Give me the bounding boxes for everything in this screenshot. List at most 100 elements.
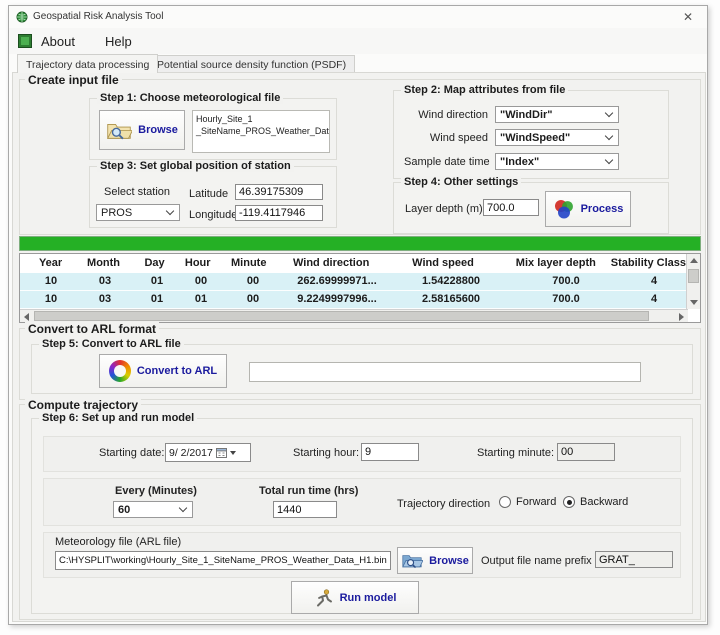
radio-icon — [499, 496, 511, 508]
every-minutes-label: Every (Minutes) — [115, 485, 197, 497]
col-wind-direction: Wind direction — [277, 254, 385, 273]
total-run-time-field[interactable] — [273, 501, 337, 518]
menu-help[interactable]: Help — [101, 32, 136, 51]
forward-label: Forward — [516, 496, 556, 508]
select-station-label: Select station — [104, 186, 170, 198]
station-select[interactable]: PROS — [96, 204, 180, 221]
menu-app-icon — [18, 34, 32, 48]
every-minutes-select[interactable]: 60 — [113, 501, 193, 518]
latitude-label: Latitude — [189, 188, 228, 200]
col-mix-layer-depth: Mix layer depth — [501, 254, 611, 273]
layer-depth-field[interactable] — [483, 199, 539, 216]
col-stability-class: Stability Class — [611, 254, 686, 273]
starting-hour-field[interactable] — [361, 443, 419, 461]
run-model-button[interactable]: Run model — [291, 581, 419, 614]
col-day: Day — [134, 254, 175, 273]
title-bar: Geospatial Risk Analysis Tool ✕ — [9, 6, 707, 28]
starting-date-picker[interactable]: 9/ 2/2017 — [165, 443, 251, 462]
trajectory-direction-label: Trajectory direction — [397, 498, 490, 510]
convert-arl-title: Convert to ARL format — [25, 322, 159, 336]
radio-selected-icon — [563, 496, 575, 508]
wind-speed-label: Wind speed — [404, 132, 488, 144]
weather-data-table[interactable]: Year Month Day Hour Minute Wind directio… — [19, 253, 701, 323]
hscroll-thumb[interactable] — [34, 311, 649, 321]
table-vertical-scrollbar[interactable] — [686, 254, 700, 309]
scroll-right-icon[interactable] — [679, 313, 684, 321]
folder-search-icon — [401, 552, 423, 569]
starting-minute-label: Starting minute: — [477, 447, 554, 459]
scroll-up-icon[interactable] — [690, 258, 698, 263]
color-ring-icon — [109, 360, 131, 382]
layer-depth-label: Layer depth (m) — [405, 203, 483, 215]
met-arl-file-label: Meteorology file (ARL file) — [55, 536, 181, 548]
scroll-left-icon[interactable] — [24, 313, 29, 321]
runner-icon — [314, 588, 334, 608]
forward-radio[interactable]: Forward — [499, 496, 556, 508]
progress-fill — [20, 237, 700, 250]
arl-progressbar — [249, 362, 641, 382]
folder-search-icon — [106, 120, 132, 141]
output-prefix-field[interactable] — [595, 551, 673, 568]
scroll-down-icon[interactable] — [690, 300, 698, 305]
col-minute: Minute — [220, 254, 277, 273]
wind-direction-select[interactable]: "WindDir" — [495, 106, 619, 123]
chevron-down-icon — [166, 207, 174, 215]
chevron-down-icon — [605, 132, 613, 140]
met-arl-file-field[interactable] — [55, 551, 391, 570]
chevron-down-icon — [179, 504, 187, 512]
browse-label: Browse — [138, 124, 178, 136]
dropdown-arrow-icon — [230, 451, 236, 455]
create-input-file-title: Create input file — [25, 73, 122, 87]
longitude-field[interactable] — [235, 205, 323, 221]
col-year: Year — [28, 254, 73, 273]
process-button[interactable]: Process — [545, 191, 631, 227]
table-row[interactable]: 10 03 01 00 00 262.69999971... 1.5422880… — [20, 273, 686, 291]
chevron-down-icon — [605, 109, 613, 117]
output-prefix-label: Output file name prefix — [481, 555, 592, 567]
backward-radio[interactable]: Backward — [563, 496, 628, 508]
table-horizontal-scrollbar[interactable] — [20, 309, 688, 322]
step2-title: Step 2: Map attributes from file — [401, 84, 568, 96]
wind-speed-select[interactable]: "WindSpeed" — [495, 129, 619, 146]
close-icon[interactable]: ✕ — [673, 8, 703, 26]
tab-trajectory-data-processing[interactable]: Trajectory data processing — [17, 54, 158, 73]
met-file-line1: Hourly_Site_1 — [196, 113, 326, 125]
starting-minute-field[interactable] — [557, 443, 615, 461]
tab-psdf[interactable]: Potential source density function (PSDF) — [148, 55, 355, 73]
app-window: Geospatial Risk Analysis Tool ✕ About He… — [8, 5, 708, 625]
browse-met-file-button[interactable]: Browse — [99, 110, 185, 150]
step3-title: Step 3: Set global position of station — [97, 160, 294, 172]
step1-title: Step 1: Choose meteorological file — [97, 92, 283, 104]
browse-arl-button[interactable]: Browse — [397, 547, 473, 574]
sample-date-time-select[interactable]: "Index" — [495, 153, 619, 170]
table-row[interactable]: 10 03 01 01 00 9.2249997996... 2.5816560… — [20, 291, 686, 309]
process-label: Process — [581, 203, 624, 215]
step4-title: Step 4: Other settings — [401, 176, 521, 188]
wind-direction-label: Wind direction — [404, 109, 488, 121]
met-file-line2: _SiteName_PROS_Weather_Data.csv — [196, 125, 326, 137]
col-month: Month — [73, 254, 134, 273]
total-run-time-label: Total run time (hrs) — [259, 485, 358, 497]
menu-about[interactable]: About — [37, 32, 79, 51]
starting-hour-label: Starting hour: — [293, 447, 359, 459]
starting-date-value: 9/ 2/2017 — [169, 447, 213, 459]
compute-trajectory-title: Compute trajectory — [25, 398, 141, 412]
col-hour: Hour — [175, 254, 220, 273]
vscroll-thumb[interactable] — [688, 269, 699, 283]
longitude-label: Longitude — [189, 209, 237, 221]
latitude-field[interactable] — [235, 184, 323, 200]
menu-bar: About Help — [9, 28, 707, 54]
chevron-down-icon — [605, 156, 613, 164]
backward-label: Backward — [580, 496, 628, 508]
sample-date-time-label: Sample date time — [404, 156, 488, 168]
table-header-row: Year Month Day Hour Minute Wind directio… — [20, 254, 686, 273]
tab-strip: Trajectory data processing Potential sou… — [9, 54, 707, 73]
process-icon — [553, 198, 575, 220]
met-file-display[interactable]: Hourly_Site_1 _SiteName_PROS_Weather_Dat… — [192, 110, 330, 153]
screen: Geospatial Risk Analysis Tool ✕ About He… — [0, 0, 720, 635]
input-file-progressbar — [19, 236, 701, 251]
convert-to-arl-label: Convert to ARL — [137, 365, 217, 377]
step5-title: Step 5: Convert to ARL file — [39, 338, 184, 350]
convert-to-arl-button[interactable]: Convert to ARL — [99, 354, 227, 388]
browse-arl-label: Browse — [429, 555, 469, 567]
